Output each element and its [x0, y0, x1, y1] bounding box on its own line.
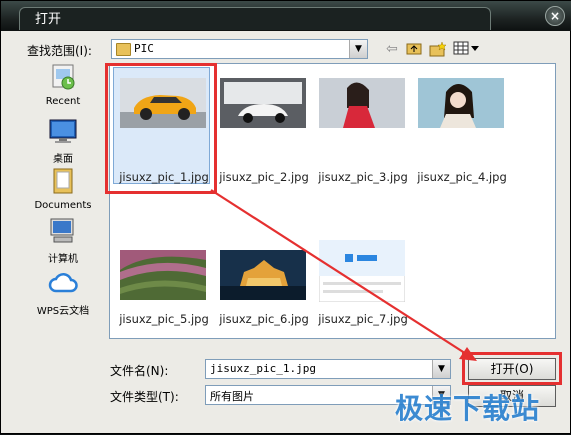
open-dialog: 打开 × 查找范围(I): PIC ▼ ⇦ Recent 桌面 Document…	[0, 0, 571, 434]
watermark: 极速下载站	[395, 392, 541, 425]
annotation-arrow	[210, 189, 477, 361]
